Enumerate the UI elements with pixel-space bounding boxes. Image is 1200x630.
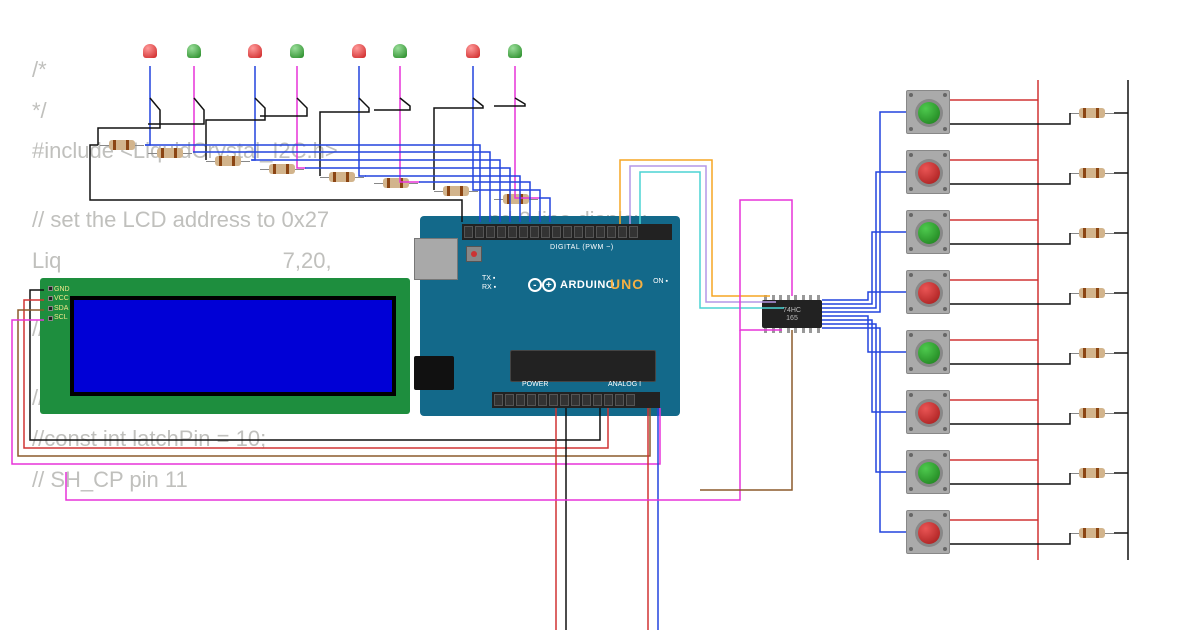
board-model-label: UNO [610, 276, 644, 292]
push-button-5[interactable] [906, 330, 950, 374]
resistor [148, 148, 192, 158]
led-red-1 [143, 44, 157, 66]
resistor [434, 186, 478, 196]
push-button-4[interactable] [906, 270, 950, 314]
led-green-2 [290, 44, 304, 66]
push-button-8[interactable] [906, 510, 950, 554]
resistor [1070, 108, 1114, 118]
resistor [494, 194, 538, 204]
code-line: // SH_CP pin 11 [32, 460, 646, 501]
resistor [1070, 228, 1114, 238]
lcd-screen [74, 300, 392, 392]
lcd-pin-labels: GND VCC SDA SCL [46, 286, 70, 324]
code-line: //const int latchPin = 10; [32, 419, 646, 460]
arduino-uno-board: -+ ARDUINO UNO ON ▪ TX ▪ RX ▪ DIGITAL (P… [420, 216, 680, 416]
push-button-2[interactable] [906, 150, 950, 194]
resistor [1070, 408, 1114, 418]
usb-port [414, 238, 458, 280]
power-section-label: POWER [522, 381, 548, 388]
push-button-6[interactable] [906, 390, 950, 434]
push-button-7[interactable] [906, 450, 950, 494]
led-green-4 [508, 44, 522, 66]
lcd-i2c-module: GND VCC SDA SCL [40, 278, 410, 414]
code-line: /* [32, 50, 646, 91]
resistor [1070, 168, 1114, 178]
digital-header [462, 224, 672, 240]
reset-button[interactable] [466, 246, 482, 262]
resistor [1070, 528, 1114, 538]
code-line: #include <LiquidCrystal_I2C.h> [32, 131, 646, 172]
led-red-4 [466, 44, 480, 66]
led-red-3 [352, 44, 366, 66]
arduino-logo: -+ ARDUINO [528, 278, 615, 292]
resistor [100, 140, 144, 150]
power-analog-header [492, 392, 660, 408]
digital-section-label: DIGITAL (PWM ~) [550, 244, 614, 251]
led-green-1 [187, 44, 201, 66]
txrx-labels: TX ▪ RX ▪ [482, 274, 496, 292]
led-green-3 [393, 44, 407, 66]
resistor [1070, 348, 1114, 358]
power-on-label: ON ▪ [653, 278, 668, 285]
resistor [320, 172, 364, 182]
resistor [260, 164, 304, 174]
analog-section-label: ANALOG I [608, 381, 641, 388]
shift-register-74hc165: 74HC165 [762, 300, 822, 328]
push-button-1[interactable] [906, 90, 950, 134]
push-button-3[interactable] [906, 210, 950, 254]
code-line: */ [32, 91, 646, 132]
barrel-jack [414, 356, 454, 390]
atmega-chip [510, 350, 656, 382]
resistor [374, 178, 418, 188]
resistor [1070, 288, 1114, 298]
resistor [1070, 468, 1114, 478]
resistor [206, 156, 250, 166]
led-red-2 [248, 44, 262, 66]
